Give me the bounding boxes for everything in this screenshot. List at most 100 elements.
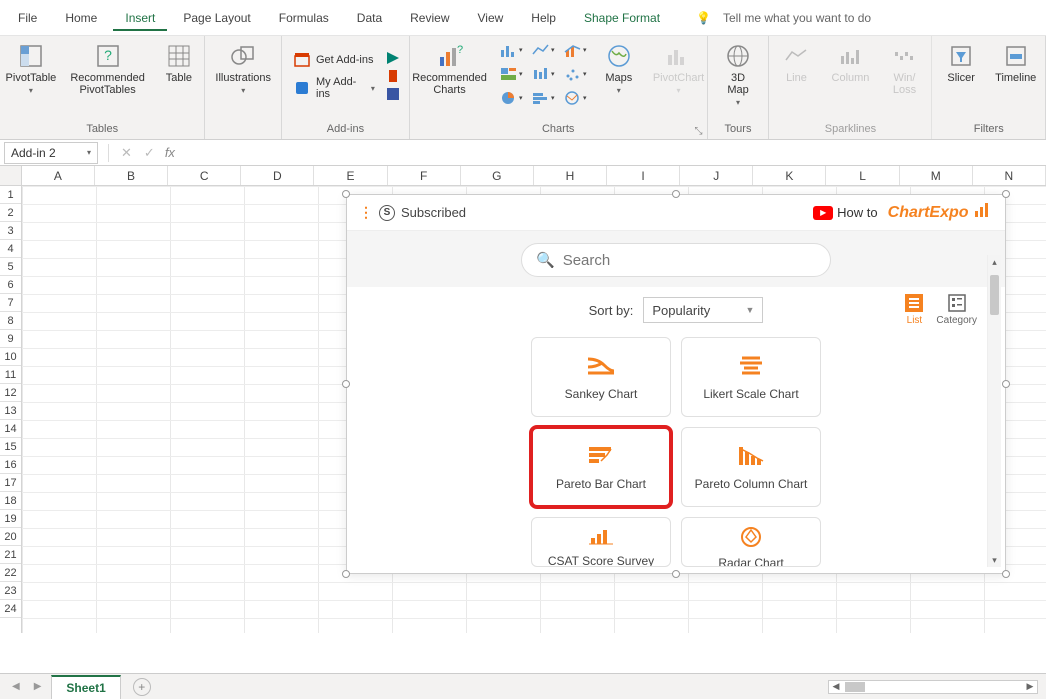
column-header[interactable]: D — [241, 166, 314, 185]
scroll-left-icon[interactable]: ◀ — [829, 681, 843, 692]
chart-card-sankey[interactable]: Sankey Chart — [531, 337, 671, 417]
timeline-button[interactable]: Timeline — [991, 40, 1040, 86]
sparkline-column-button[interactable]: Column — [826, 40, 874, 86]
row-header[interactable]: 1 — [0, 186, 21, 204]
row-header[interactable]: 13 — [0, 402, 21, 420]
column-header[interactable]: C — [168, 166, 241, 185]
howto-link[interactable]: ▶ How to — [813, 205, 877, 220]
menu-review[interactable]: Review — [398, 5, 461, 31]
row-header[interactable]: 16 — [0, 456, 21, 474]
chart-card-paretocol[interactable]: Pareto Column Chart — [681, 427, 821, 507]
row-header[interactable]: 17 — [0, 474, 21, 492]
column-header[interactable]: H — [534, 166, 607, 185]
addin-scrollbar[interactable]: ▴ ▾ — [987, 255, 1001, 567]
row-header[interactable]: 23 — [0, 582, 21, 600]
column-header[interactable]: A — [22, 166, 95, 185]
row-header[interactable]: 9 — [0, 330, 21, 348]
visio-icon[interactable] — [385, 86, 401, 102]
fx-icon[interactable]: fx — [161, 145, 179, 160]
column-header[interactable]: M — [900, 166, 973, 185]
row-header[interactable]: 22 — [0, 564, 21, 582]
illustrations-button[interactable]: Illustrations▾ — [211, 40, 275, 97]
menu-data[interactable]: Data — [345, 5, 394, 31]
people-graph-icon[interactable] — [385, 68, 401, 84]
search-input[interactable]: 🔍 Search — [521, 243, 831, 277]
chart-card-radar[interactable]: Radar Chart — [681, 517, 821, 567]
select-all-cell[interactable] — [0, 166, 22, 185]
get-addins-button[interactable]: Get Add-ins — [290, 50, 379, 70]
row-header[interactable]: 10 — [0, 348, 21, 366]
menu-dots-icon[interactable]: ⋮ — [359, 204, 371, 221]
next-sheet-icon[interactable]: ▶ — [30, 681, 46, 692]
sparkline-winloss-button[interactable]: Win/ Loss — [880, 40, 928, 98]
sparkline-line-button[interactable]: Line — [772, 40, 820, 86]
row-header[interactable]: 15 — [0, 438, 21, 456]
resize-handle[interactable] — [1002, 380, 1010, 388]
view-category-button[interactable]: Category — [932, 291, 981, 328]
charts-dialog-launcher[interactable]: ⤡ — [695, 126, 703, 137]
hscroll-thumb[interactable] — [845, 682, 865, 692]
enter-formula-icon[interactable]: ✓ — [138, 145, 161, 161]
resize-handle[interactable] — [1002, 190, 1010, 198]
tell-me-input[interactable]: Tell me what you want to do — [723, 11, 871, 25]
line-chart-button[interactable]: ▾ — [529, 40, 557, 60]
column-header[interactable]: K — [753, 166, 826, 185]
scatter-chart-button[interactable]: ▾ — [561, 64, 589, 84]
chart-card-csat[interactable]: CSAT Score Survey — [531, 517, 671, 567]
row-header[interactable]: 5 — [0, 258, 21, 276]
resize-handle[interactable] — [672, 190, 680, 198]
menu-view[interactable]: View — [466, 5, 516, 31]
column-header[interactable]: J — [680, 166, 753, 185]
view-list-button[interactable]: List — [900, 291, 928, 328]
scroll-up-icon[interactable]: ▴ — [988, 255, 1001, 269]
column-header[interactable]: I — [607, 166, 680, 185]
hierarchy-chart-button[interactable]: ▾ — [497, 64, 525, 84]
cancel-formula-icon[interactable]: ✕ — [115, 145, 138, 161]
resize-handle[interactable] — [342, 380, 350, 388]
maps-button[interactable]: Maps▾ — [595, 40, 643, 97]
chart-card-paretobar[interactable]: Pareto Bar Chart — [531, 427, 671, 507]
scroll-thumb[interactable] — [990, 275, 999, 315]
row-header[interactable]: 2 — [0, 204, 21, 222]
menu-help[interactable]: Help — [519, 5, 568, 31]
column-chart-button[interactable]: ▾ — [497, 40, 525, 60]
menu-formulas[interactable]: Formulas — [267, 5, 341, 31]
column-header[interactable]: G — [461, 166, 534, 185]
bar-chart-button[interactable]: ▾ — [529, 88, 557, 108]
new-sheet-button[interactable]: + — [133, 678, 151, 696]
column-header[interactable]: N — [973, 166, 1046, 185]
pivotchart-button[interactable]: PivotChart▾ — [649, 40, 708, 97]
sheet-tab-sheet1[interactable]: Sheet1 — [51, 675, 120, 699]
row-header[interactable]: 20 — [0, 528, 21, 546]
resize-handle[interactable] — [1002, 570, 1010, 578]
row-header[interactable]: 4 — [0, 240, 21, 258]
column-header[interactable]: E — [314, 166, 387, 185]
sort-select[interactable]: Popularity ▼ — [643, 297, 763, 323]
scroll-down-icon[interactable]: ▾ — [988, 553, 1001, 567]
row-header[interactable]: 6 — [0, 276, 21, 294]
recommended-pivottables-button[interactable]: ? Recommended PivotTables — [66, 40, 149, 98]
table-button[interactable]: Table — [155, 40, 203, 86]
recommended-charts-button[interactable]: ? Recommended Charts — [408, 40, 491, 98]
menu-shape-format[interactable]: Shape Format — [572, 5, 672, 31]
menu-insert[interactable]: Insert — [113, 5, 167, 31]
scroll-right-icon[interactable]: ▶ — [1023, 681, 1037, 692]
row-header[interactable]: 11 — [0, 366, 21, 384]
row-header[interactable]: 21 — [0, 546, 21, 564]
statistic-chart-button[interactable]: ▾ — [529, 64, 557, 84]
menu-home[interactable]: Home — [53, 5, 109, 31]
horizontal-scrollbar[interactable]: ◀ ▶ — [828, 680, 1038, 694]
resize-handle[interactable] — [342, 190, 350, 198]
resize-handle[interactable] — [672, 570, 680, 578]
slicer-button[interactable]: Slicer — [937, 40, 985, 86]
bing-maps-icon[interactable] — [385, 50, 401, 66]
row-header[interactable]: 12 — [0, 384, 21, 402]
resize-handle[interactable] — [342, 570, 350, 578]
chart-card-likert[interactable]: Likert Scale Chart — [681, 337, 821, 417]
prev-sheet-icon[interactable]: ◀ — [8, 681, 24, 692]
name-box[interactable]: Add-in 2▾ — [4, 142, 98, 164]
pivottable-button[interactable]: PivotTable▾ — [2, 40, 61, 97]
row-header[interactable]: 19 — [0, 510, 21, 528]
my-addins-button[interactable]: My Add-ins ▾ — [290, 74, 379, 102]
column-header[interactable]: F — [388, 166, 461, 185]
